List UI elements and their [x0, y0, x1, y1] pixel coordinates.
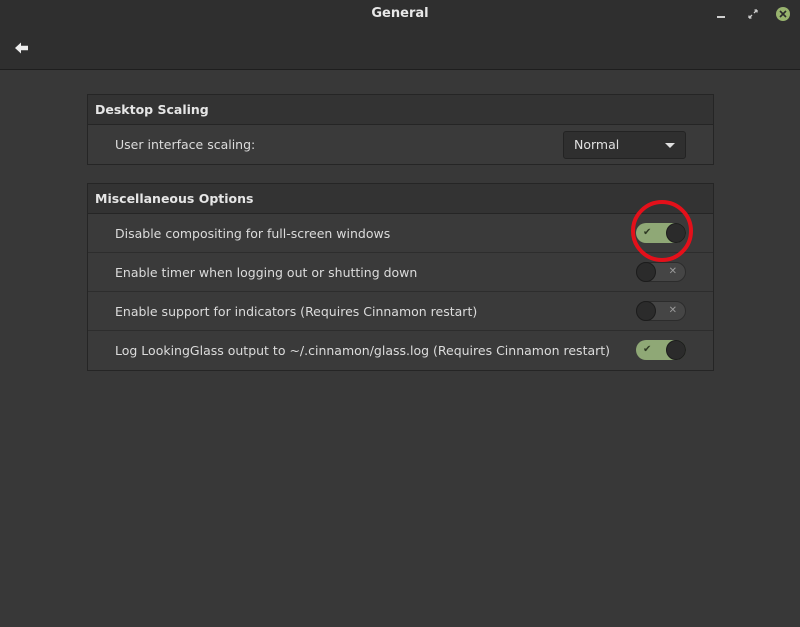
toggle-knob: [666, 223, 686, 243]
toggle-knob: [636, 301, 656, 321]
cross-icon: ✕: [668, 266, 677, 277]
cross-icon: ✕: [668, 305, 677, 316]
option-row-indicators: Enable support for indicators (Requires …: [88, 292, 713, 331]
option-label: Enable timer when logging out or shuttin…: [115, 265, 418, 280]
ui-scaling-dropdown[interactable]: Normal: [563, 131, 686, 159]
misc-options-section: Miscellaneous Options Disable compositin…: [87, 183, 714, 371]
minimize-button[interactable]: [712, 5, 730, 23]
maximize-icon: [748, 9, 758, 19]
option-row-lookingglass-log: Log LookingGlass output to ~/.cinnamon/g…: [88, 331, 713, 370]
section-header: Desktop Scaling: [88, 95, 713, 125]
back-button[interactable]: [10, 38, 34, 58]
section-header: Miscellaneous Options: [88, 184, 713, 214]
maximize-button[interactable]: [744, 5, 762, 23]
chevron-down-icon: [665, 143, 675, 148]
close-button[interactable]: [774, 5, 792, 23]
desktop-scaling-section: Desktop Scaling User interface scaling: …: [87, 94, 714, 165]
ui-scaling-row: User interface scaling: Normal: [88, 125, 713, 164]
close-icon: [776, 7, 790, 21]
minimize-icon: [717, 16, 725, 18]
lookingglass-log-toggle[interactable]: ✔: [636, 340, 686, 360]
indicators-toggle[interactable]: ✕: [636, 301, 686, 321]
titlebar: General: [0, 0, 800, 70]
option-row-disable-compositing: Disable compositing for full-screen wind…: [88, 214, 713, 253]
option-label: Log LookingGlass output to ~/.cinnamon/g…: [115, 343, 611, 358]
disable-compositing-toggle[interactable]: ✔: [636, 223, 686, 243]
logout-timer-toggle[interactable]: ✕: [636, 262, 686, 282]
option-row-logout-timer: Enable timer when logging out or shuttin…: [88, 253, 713, 292]
ui-scaling-value: Normal: [574, 137, 620, 152]
check-icon: ✔: [643, 344, 652, 355]
toggle-knob: [666, 340, 686, 360]
toggle-knob: [636, 262, 656, 282]
option-label: Disable compositing for full-screen wind…: [115, 226, 391, 241]
back-arrow-icon: [15, 42, 28, 54]
option-label: Enable support for indicators (Requires …: [115, 304, 478, 319]
window-title: General: [371, 6, 429, 21]
ui-scaling-label: User interface scaling:: [115, 137, 256, 152]
check-icon: ✔: [643, 227, 652, 238]
